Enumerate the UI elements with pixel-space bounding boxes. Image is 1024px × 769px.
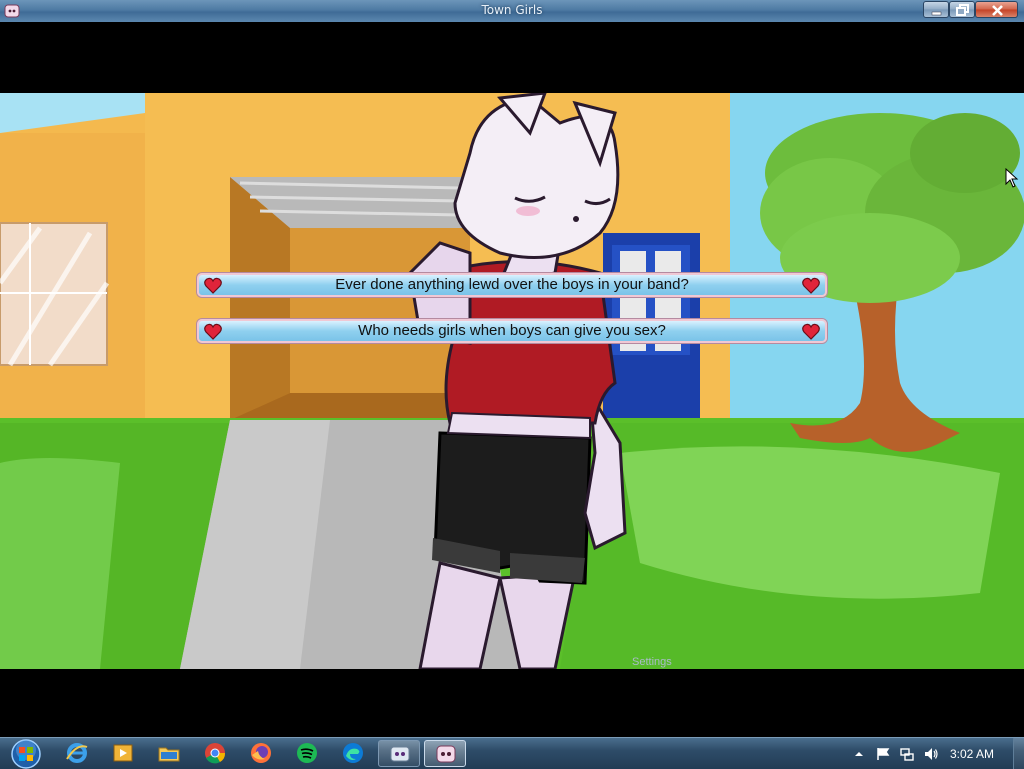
firefox-icon[interactable] [249,741,273,765]
flag-icon[interactable] [876,747,890,761]
file-explorer-icon[interactable] [157,741,181,765]
heart-icon [802,277,820,294]
choice-label: Who needs girls when boys can give you s… [358,322,666,339]
heart-icon [802,323,820,340]
game-launcher-icon [390,746,410,762]
media-player-icon[interactable] [111,741,135,765]
edge-icon[interactable] [341,741,365,765]
restore-icon [956,4,969,16]
dialogue-choice-1[interactable]: Ever done anything lewd over the boys in… [197,273,827,297]
game-scene[interactable]: Ever done anything lewd over the boys in… [0,93,1024,669]
taskbar-clock[interactable]: 3:02 AM [950,747,994,761]
spotify-icon[interactable] [295,741,319,765]
town-girls-icon [436,745,456,763]
choice-label: Ever done anything lewd over the boys in… [335,276,689,293]
settings-menu-button[interactable]: Settings [632,656,672,668]
close-icon [992,5,1003,16]
volume-icon[interactable] [924,747,938,761]
network-icon[interactable] [900,747,914,761]
minimize-icon [931,11,942,16]
chrome-icon[interactable] [203,741,227,765]
letterbox-bottom [0,669,1024,737]
scene-background [0,93,1024,669]
window-titlebar[interactable]: Town Girls [0,0,1024,23]
tray-up-arrow-icon[interactable] [852,747,866,761]
minimize-button[interactable] [923,1,949,18]
mouse-cursor-icon [1005,168,1019,188]
letterbox-top [0,22,1024,93]
restore-button[interactable] [949,1,975,18]
window-title: Town Girls [481,3,543,17]
taskbar-app-game-launcher[interactable] [378,740,420,767]
show-desktop-button[interactable] [1013,738,1024,769]
close-button[interactable] [975,1,1018,18]
internet-explorer-icon[interactable] [65,741,89,765]
taskbar-app-town-girls[interactable] [424,740,466,767]
taskbar: 3:02 AM [0,737,1024,769]
house-window [0,222,110,367]
start-button[interactable] [7,738,45,769]
dialogue-choice-2[interactable]: Who needs girls when boys can give you s… [197,319,827,343]
